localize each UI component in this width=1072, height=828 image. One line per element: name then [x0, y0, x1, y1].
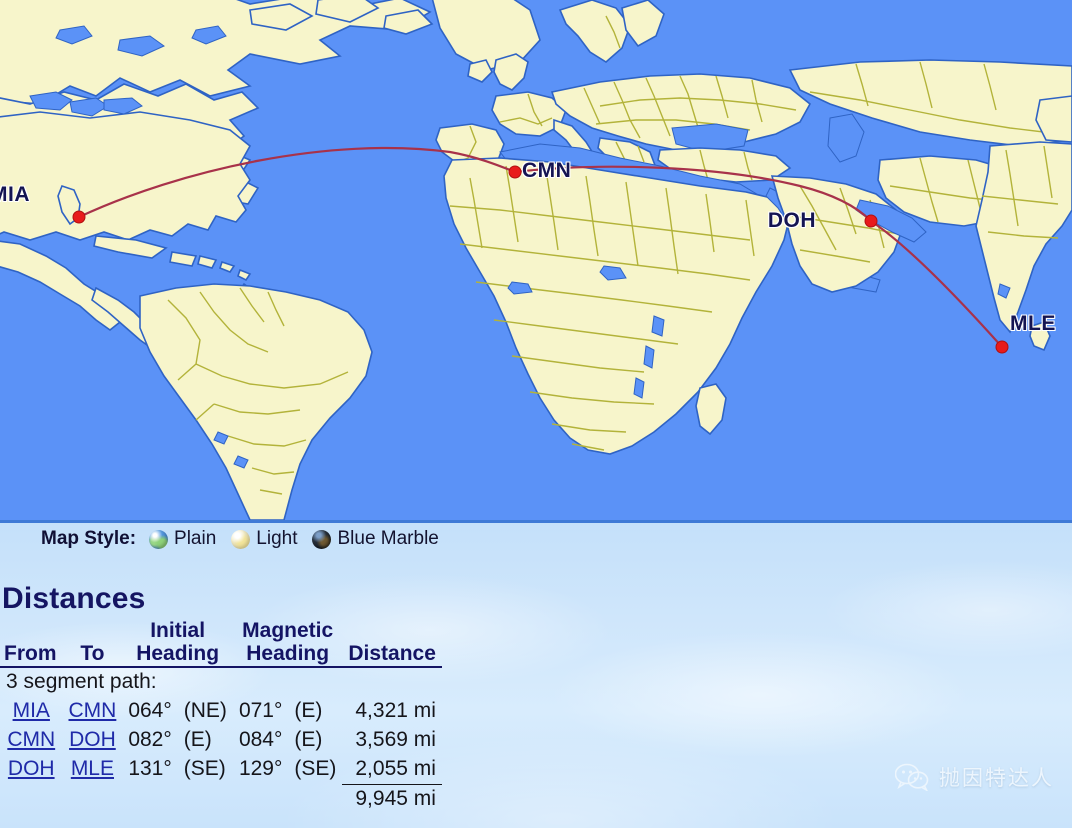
great-circle-mapper-page: .land{fill:#f7f5cb;stroke:#2f63c4;stroke… — [0, 0, 1072, 828]
cell-to-cmn[interactable]: CMN — [63, 697, 123, 726]
airport-marker-mia[interactable] — [73, 211, 85, 223]
cell-magnetic-heading: 084° — [238, 728, 283, 752]
column-header-magnetic-heading: Magnetic Heading — [232, 619, 343, 669]
column-header-magnetic-line2: Heading — [246, 641, 330, 665]
globe-light-icon — [231, 529, 251, 549]
cell-initial-heading: 082° — [128, 728, 172, 752]
watermark-text: 抛因特达人 — [939, 766, 1054, 790]
map-style-option-blue-marble-label: Blue Marble — [337, 528, 439, 549]
cell-from-mia[interactable]: MIA — [0, 697, 63, 726]
airport-label-cmn: CMN — [522, 159, 572, 182]
airport-marker-mle[interactable] — [996, 341, 1008, 353]
panel-divider — [0, 520, 1072, 523]
cell-to-doh-link[interactable]: DOH — [69, 728, 116, 751]
cell-from-mia-link[interactable]: MIA — [13, 699, 50, 722]
wechat-icon — [895, 763, 929, 791]
segment-path-label: 3 segment path: — [6, 670, 157, 694]
column-header-to: To — [62, 620, 123, 669]
table-header-row: From To Initial Heading Magnetic Heading… — [0, 619, 442, 669]
total-spacer — [0, 784, 342, 813]
table-row: MIA CMN 064° (NE) 071° (E) 4,321 mi — [0, 697, 442, 726]
cell-initial-heading: 064° — [128, 699, 172, 723]
distances-table-body: 3 segment path: MIA CMN 064° (NE) 071° (E) 4,32… — [0, 667, 442, 813]
cell-distance: 4,321 mi — [355, 699, 436, 723]
cell-distance: 2,055 mi — [342, 754, 442, 785]
cell-initial-direction: (E) — [183, 728, 212, 752]
cell-from-doh[interactable]: DOH — [0, 755, 63, 784]
cell-distance: 3,569 mi — [355, 728, 436, 752]
distances-table: From To Initial Heading Magnetic Heading… — [0, 619, 442, 814]
column-header-from: From — [0, 620, 63, 669]
cell-magnetic-direction: (E) — [294, 699, 323, 723]
airport-label-mia: MIA — [0, 183, 30, 206]
map-style-option-light[interactable]: Light — [231, 528, 297, 550]
airport-label-mle: MLE — [1010, 312, 1056, 335]
map-style-selector[interactable]: Map Style: Plain Light Blue Marble — [41, 528, 454, 550]
globe-plain-icon — [149, 529, 169, 549]
cell-initial-direction: (SE) — [183, 757, 226, 781]
column-header-initial-line2: Heading — [136, 641, 220, 665]
airport-label-doh: DOH — [767, 209, 816, 232]
watermark: 抛因特达人 — [895, 762, 1054, 792]
segment-path-label-row: 3 segment path: — [0, 667, 442, 697]
column-header-distance: Distance — [342, 620, 442, 669]
cell-from-doh-link[interactable]: DOH — [8, 757, 55, 780]
airport-marker-cmn[interactable] — [509, 166, 521, 178]
cell-to-mle[interactable]: MLE — [63, 755, 123, 784]
column-header-initial-heading: Initial Heading — [122, 619, 233, 669]
cell-magnetic-heading: 071° — [238, 699, 283, 723]
globe-marble-icon — [312, 529, 332, 549]
map-style-option-plain-label: Plain — [174, 528, 217, 549]
table-row: DOH MLE 131° (SE) 129° (SE) 2,055 mi — [0, 754, 442, 785]
cell-to-mle-link[interactable]: MLE — [71, 757, 114, 780]
world-map[interactable]: .land{fill:#f7f5cb;stroke:#2f63c4;stroke… — [0, 0, 1072, 520]
cell-initial-direction: (NE) — [183, 699, 227, 723]
total-distance-value: 9,945 mi — [355, 786, 436, 810]
cell-magnetic-heading: 129° — [238, 757, 283, 781]
table-row: CMN DOH 082° (E) 084° (E) 3,569 mi — [0, 726, 442, 755]
cell-magnetic-direction: (SE) — [294, 757, 337, 781]
airport-marker-doh[interactable] — [865, 215, 877, 227]
map-style-option-blue-marble[interactable]: Blue Marble — [312, 528, 439, 550]
cell-to-cmn-link[interactable]: CMN — [69, 699, 117, 722]
map-style-option-plain[interactable]: Plain — [149, 528, 216, 550]
total-distance-row: 9,945 mi — [0, 784, 442, 813]
cell-initial-heading: 131° — [128, 757, 172, 781]
column-header-initial-line1: Initial — [150, 619, 206, 642]
cell-from-cmn[interactable]: CMN — [0, 726, 63, 755]
map-graphic: .land{fill:#f7f5cb;stroke:#2f63c4;stroke… — [0, 0, 1072, 520]
column-header-magnetic-line1: Magnetic — [242, 619, 334, 642]
info-panel: Map Style: Plain Light Blue Marble Dista… — [0, 520, 1072, 828]
map-style-option-light-label: Light — [256, 528, 298, 549]
cell-to-doh[interactable]: DOH — [63, 726, 123, 755]
cell-from-cmn-link[interactable]: CMN — [7, 728, 55, 751]
map-style-label: Map Style: — [41, 528, 137, 549]
cell-magnetic-direction: (E) — [294, 728, 323, 752]
distances-heading: Distances — [2, 582, 146, 615]
